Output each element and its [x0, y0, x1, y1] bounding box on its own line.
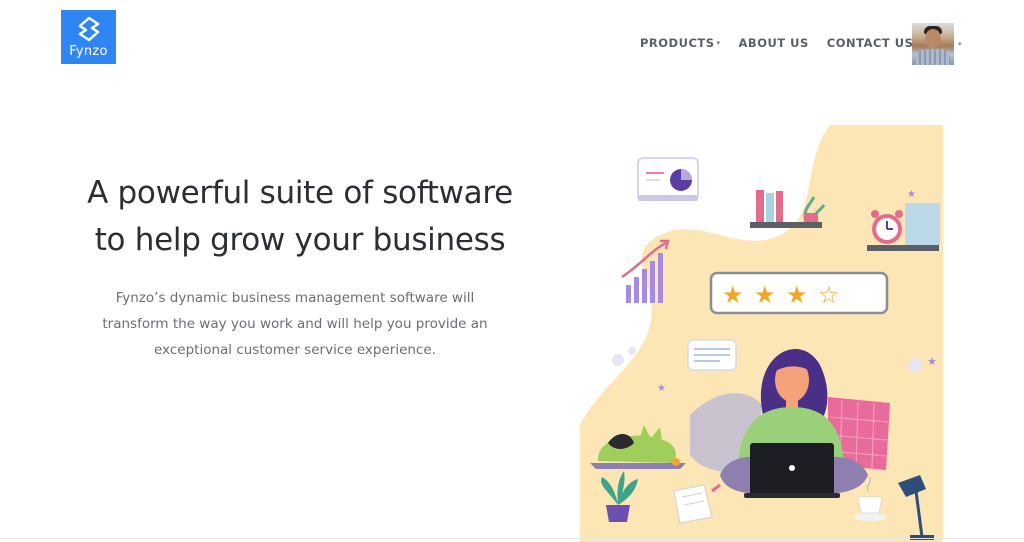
hero-subtitle-line3: exceptional customer service experience.: [154, 342, 436, 358]
svg-text:★: ★: [657, 383, 666, 394]
hero-subtitle-line2: transform the way you work and will help…: [102, 316, 488, 332]
hero-title-line2: to help grow your business: [94, 222, 506, 258]
nav-products[interactable]: PRODUCTS ▾: [640, 36, 721, 50]
star-icon: ★: [786, 281, 808, 309]
nav-about-us[interactable]: ABOUT US: [739, 36, 809, 50]
star-icon: ☆: [818, 281, 840, 309]
nav-products-label: PRODUCTS: [640, 36, 715, 50]
logo-text: Fynzo: [69, 44, 108, 59]
hero-subtitle-line1: Fynzo’s dynamic business management soft…: [115, 290, 475, 306]
nav-about-label: ABOUT US: [738, 36, 809, 50]
hero-subtitle: Fynzo’s dynamic business management soft…: [85, 285, 505, 363]
fynzo-logo-icon: [78, 16, 99, 42]
chat-bubble-icon: [687, 339, 737, 371]
fynzo-logo[interactable]: Fynzo: [61, 10, 116, 64]
landing-page: Fynzo PRODUCTS ▾ ABOUT US CONTACT US ▾ A…: [0, 0, 1024, 542]
main-nav: PRODUCTS ▾ ABOUT US CONTACT US: [640, 36, 931, 50]
star-icon: ★: [722, 281, 744, 309]
user-menu[interactable]: ▾: [912, 23, 962, 65]
pie-chart-card-icon: [637, 157, 699, 201]
nav-contact-label: CONTACT US: [826, 36, 914, 50]
star-icon: ★: [754, 281, 776, 309]
svg-text:★: ★: [907, 189, 916, 200]
hero-title: A powerful suite of software to help gro…: [70, 170, 530, 264]
section-divider: [0, 538, 1024, 539]
chevron-down-icon[interactable]: ▾: [958, 40, 962, 48]
nav-contact-us[interactable]: CONTACT US: [827, 36, 914, 50]
hero-illustration: ★ ★ ★ ★ ★ ★ ☆: [580, 125, 943, 542]
laptop-icon: [744, 443, 840, 498]
hero-title-line1: A powerful suite of software: [87, 175, 513, 211]
svg-text:★: ★: [927, 355, 937, 368]
chevron-down-icon: ▾: [716, 39, 721, 47]
rating-card: ★ ★ ★ ☆: [709, 271, 889, 315]
user-avatar[interactable]: [912, 23, 954, 65]
